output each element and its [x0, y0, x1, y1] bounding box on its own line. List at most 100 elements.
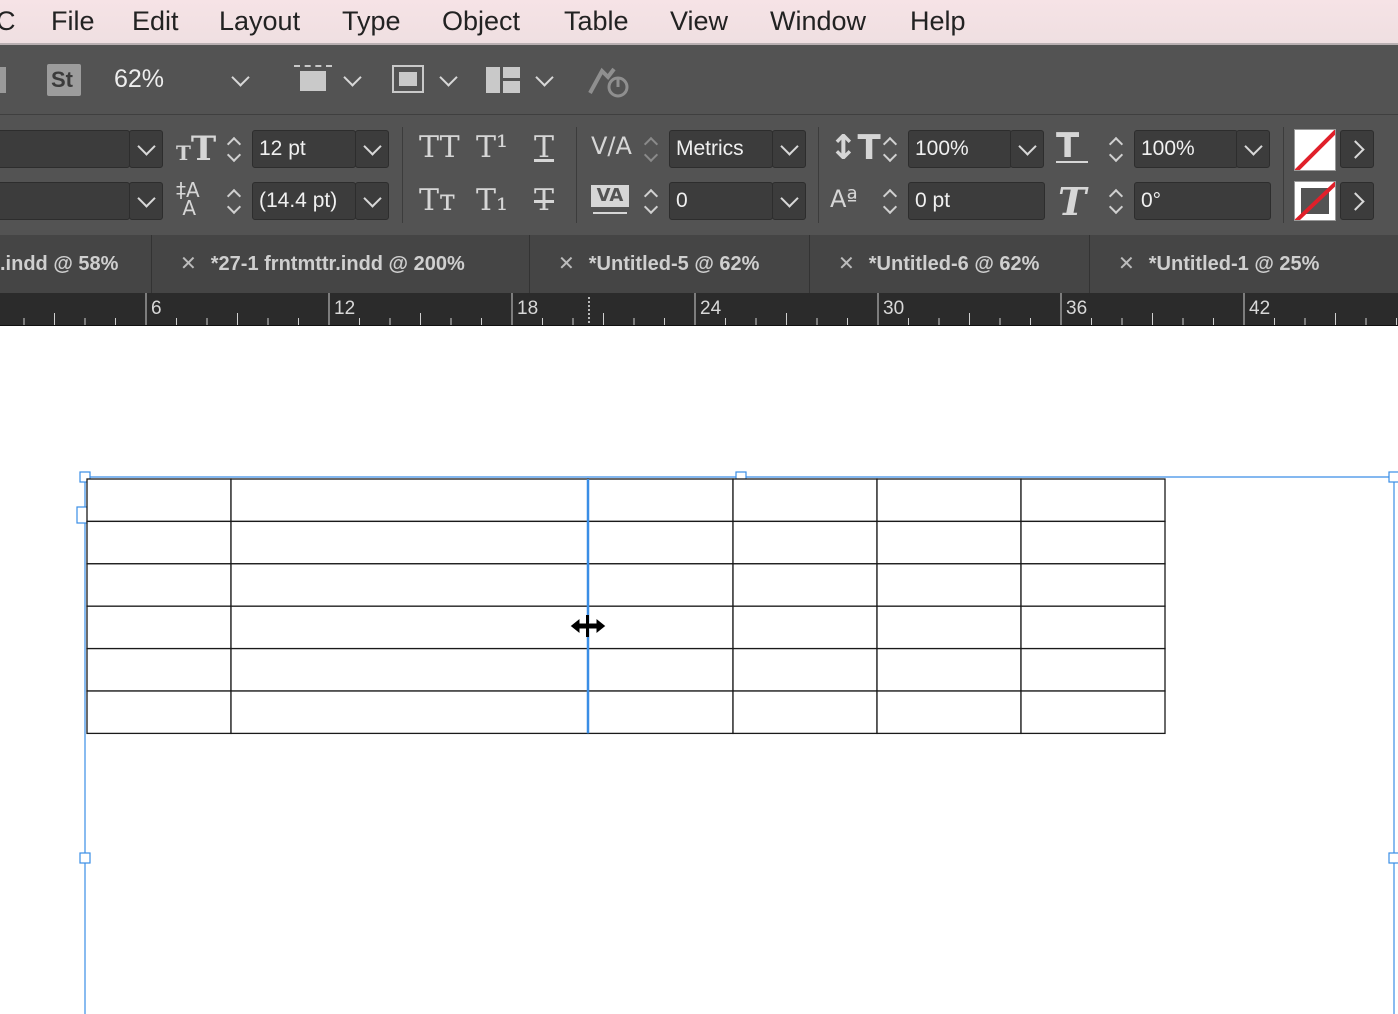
chevron-right-icon: [1346, 192, 1365, 211]
vertical-scale-stepper[interactable]: [876, 130, 904, 168]
baseline-shift-field[interactable]: 0 pt: [908, 182, 1045, 220]
menu-type[interactable]: Type: [342, 6, 401, 37]
zoom-dropdown-icon[interactable]: [231, 68, 250, 87]
screen-mode-icon[interactable]: [392, 65, 424, 93]
ruler-label: 6: [151, 298, 162, 319]
screen-mode-dropdown-icon[interactable]: [439, 68, 458, 87]
selection-handle: [79, 852, 91, 864]
app-menu[interactable]: C: [0, 6, 16, 37]
table-cell: [876, 647, 1022, 692]
font-size-dropdown[interactable]: [355, 130, 389, 168]
horizontal-scale-icon: T: [1056, 126, 1080, 166]
chevron-down-icon: [137, 189, 156, 208]
chevron-down-icon: [363, 189, 382, 208]
kerning-stepper[interactable]: [637, 130, 665, 168]
kerning-field[interactable]: Metrics: [669, 130, 773, 168]
horizontal-ruler[interactable]: 6 12 18 24 30 36 42: [0, 293, 1398, 326]
leading-stepper[interactable]: [220, 182, 248, 220]
divider: [818, 127, 819, 223]
skew-stepper[interactable]: [1102, 182, 1130, 220]
font-style-field[interactable]: [0, 182, 130, 220]
document-tab[interactable]: ✕ *27-1 frntmttr.indd @ 200%: [152, 235, 530, 293]
leading-field[interactable]: (14.4 pt): [252, 182, 356, 220]
fill-none-swatch[interactable]: [1294, 129, 1336, 171]
font-family-dropdown[interactable]: [129, 130, 163, 168]
tab-label: .indd @ 58%: [0, 253, 119, 275]
view-options-icon[interactable]: [294, 65, 332, 93]
arrange-documents-dropdown-icon[interactable]: [535, 68, 554, 87]
horizontal-scale-dropdown[interactable]: [1236, 130, 1270, 168]
close-icon[interactable]: ✕: [558, 253, 575, 275]
table-cell: [1020, 563, 1166, 607]
kerning-icon: V/A: [591, 132, 632, 160]
stroke-swatch-menu-button[interactable]: [1340, 182, 1374, 220]
table-cell: [86, 563, 232, 607]
selection-handle: [1388, 852, 1398, 864]
font-size-stepper[interactable]: [220, 130, 248, 168]
document-tab[interactable]: ✕ *Untitled-1 @ 25%: [1090, 235, 1398, 293]
close-icon[interactable]: ✕: [180, 253, 197, 275]
skew-field[interactable]: 0°: [1134, 182, 1271, 220]
fill-swatch-menu-button[interactable]: [1340, 130, 1374, 168]
horizontal-scale-field[interactable]: 100%: [1134, 130, 1238, 168]
table-cell: [1020, 647, 1166, 692]
table-cell: [86, 520, 232, 565]
chevron-down-icon: [780, 137, 799, 156]
gpu-performance-icon[interactable]: [588, 63, 632, 99]
font-family-field[interactable]: [0, 130, 130, 168]
arrange-documents-icon[interactable]: [486, 67, 520, 93]
strikethrough-icon[interactable]: T: [534, 183, 554, 218]
menu-edit[interactable]: Edit: [132, 6, 179, 37]
subscript-icon[interactable]: T₁: [476, 183, 508, 218]
tab-label: *Untitled-1 @ 25%: [1148, 253, 1320, 275]
stroke-none-swatch[interactable]: [1294, 181, 1336, 221]
document-tab[interactable]: ✕ *Untitled-5 @ 62%: [530, 235, 810, 293]
font-size-field[interactable]: 12 pt: [252, 130, 356, 168]
chevron-down-icon: [1018, 137, 1037, 156]
vertical-scale-dropdown[interactable]: [1010, 130, 1044, 168]
small-caps-icon[interactable]: Tт: [419, 183, 456, 218]
menu-help[interactable]: Help: [910, 6, 966, 37]
menu-window[interactable]: Window: [770, 6, 866, 37]
baseline-shift-stepper[interactable]: [876, 182, 904, 220]
view-options-dropdown-icon[interactable]: [343, 68, 362, 87]
font-style-dropdown[interactable]: [129, 182, 163, 220]
menu-layout[interactable]: Layout: [219, 6, 300, 37]
all-caps-icon[interactable]: TT: [419, 130, 460, 165]
table-cell: [876, 605, 1022, 650]
adobe-stock-button[interactable]: St: [47, 64, 81, 96]
ruler-label: 18: [517, 298, 538, 319]
underline-icon[interactable]: T: [534, 130, 554, 165]
character-control-panel: TT 12 pt ‡A A (14.4 pt) TT T¹ T Tт T₁ T …: [0, 115, 1398, 235]
menu-file[interactable]: File: [51, 6, 95, 37]
document-tab[interactable]: ✕ *Untitled-6 @ 62%: [810, 235, 1090, 293]
leading-dropdown[interactable]: [355, 182, 389, 220]
vertical-scale-field[interactable]: 100%: [908, 130, 1012, 168]
close-icon[interactable]: ✕: [1118, 253, 1135, 275]
table-cell: [732, 605, 878, 650]
kerning-dropdown[interactable]: [772, 130, 806, 168]
zoom-level[interactable]: 62%: [114, 65, 164, 94]
application-bar: St 62%: [0, 45, 1398, 115]
tracking-icon: VA: [591, 185, 629, 219]
menu-view[interactable]: View: [670, 6, 728, 37]
table-cell: [587, 647, 734, 692]
baseline-shift-icon: Aª: [830, 185, 858, 213]
document-canvas[interactable]: [0, 326, 1398, 1014]
font-size-icon: TT: [176, 129, 217, 169]
horizontal-scale-stepper[interactable]: [1102, 130, 1130, 168]
document-tab[interactable]: .indd @ 58%: [0, 235, 152, 293]
menu-object[interactable]: Object: [442, 6, 520, 37]
chevron-down-icon: [1244, 137, 1263, 156]
skew-icon: T: [1058, 179, 1087, 224]
table-cell: [86, 647, 232, 692]
table-cell: [1020, 690, 1166, 735]
tracking-dropdown[interactable]: [772, 182, 806, 220]
superscript-icon[interactable]: T¹: [476, 130, 508, 165]
menu-table[interactable]: Table: [564, 6, 629, 37]
table-cell: [1020, 478, 1166, 523]
tracking-field[interactable]: 0: [669, 182, 773, 220]
bridge-partial-icon[interactable]: [0, 67, 6, 93]
tracking-stepper[interactable]: [637, 182, 665, 220]
close-icon[interactable]: ✕: [838, 253, 855, 275]
